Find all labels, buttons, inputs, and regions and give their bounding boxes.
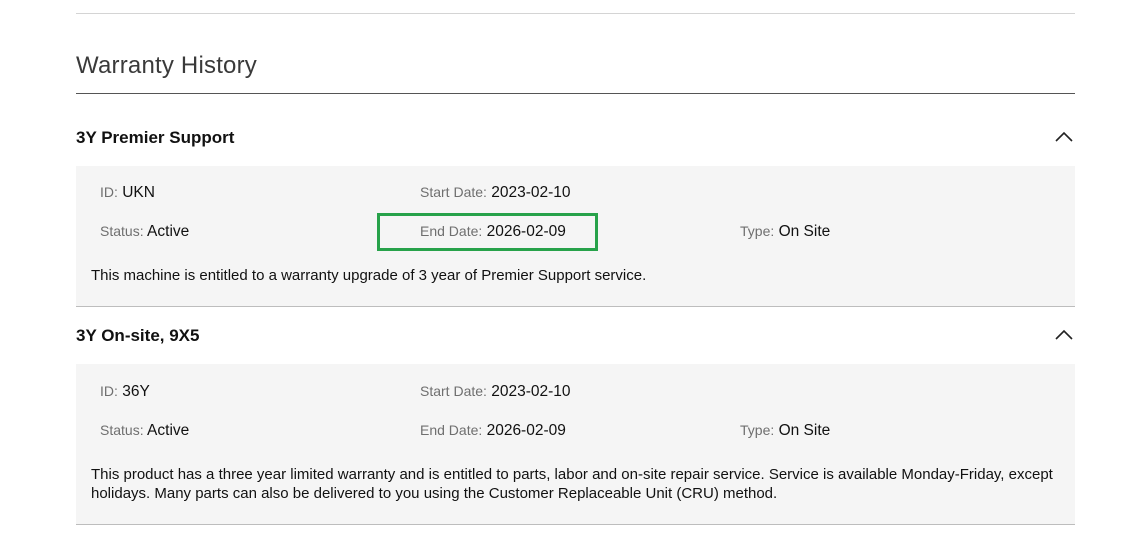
status-field: Status: Active: [100, 223, 190, 240]
chevron-up-icon[interactable]: [1055, 326, 1073, 344]
warranty-name: 3Y On-site, 9X5: [76, 326, 200, 345]
id-value: UKN: [122, 184, 155, 201]
page-title: Warranty History: [76, 52, 257, 79]
end-date-field: End Date: 2026-02-09: [420, 422, 566, 439]
start-date-value: 2023-02-10: [491, 383, 571, 400]
warranty-header-premier-support[interactable]: 3Y Premier Support: [76, 118, 1075, 158]
id-field: ID: 36Y: [100, 383, 150, 400]
type-field: Type: On Site: [740, 422, 831, 439]
id-label: ID: [100, 383, 114, 399]
start-date-field: Start Date: 2023-02-10: [420, 184, 571, 201]
warranty-details: ID: 36Y Start Date: 2023-02-10 Status: A…: [76, 364, 1075, 525]
start-date-label: Start Date: [420, 184, 484, 200]
top-divider: [76, 13, 1075, 14]
title-divider: [76, 93, 1075, 94]
status-value: Active: [147, 422, 190, 439]
status-label: Status: [100, 422, 140, 438]
end-date-highlight-box: [377, 213, 598, 251]
warranty-description: This machine is entitled to a warranty u…: [91, 267, 647, 284]
chevron-up-icon[interactable]: [1055, 128, 1073, 146]
end-date-value: 2026-02-09: [486, 422, 566, 439]
start-date-value: 2023-02-10: [491, 184, 571, 201]
id-value: 36Y: [122, 383, 150, 400]
status-value: Active: [147, 223, 190, 240]
start-date-label: Start Date: [420, 383, 484, 399]
type-label: Type: [740, 223, 771, 239]
status-field: Status: Active: [100, 422, 190, 439]
start-date-field: Start Date: 2023-02-10: [420, 383, 571, 400]
warranty-header-onsite[interactable]: 3Y On-site, 9X5: [76, 316, 1075, 356]
type-value: On Site: [778, 422, 831, 439]
id-field: ID: UKN: [100, 184, 155, 201]
end-date-label: End Date: [420, 422, 479, 438]
status-label: Status: [100, 223, 140, 239]
warranty-description: This product has a three year limited wa…: [91, 466, 1053, 502]
type-field: Type: On Site: [740, 223, 831, 240]
warranty-name: 3Y Premier Support: [76, 128, 235, 147]
type-label: Type: [740, 422, 771, 438]
type-value: On Site: [778, 223, 831, 240]
id-label: ID: [100, 184, 114, 200]
